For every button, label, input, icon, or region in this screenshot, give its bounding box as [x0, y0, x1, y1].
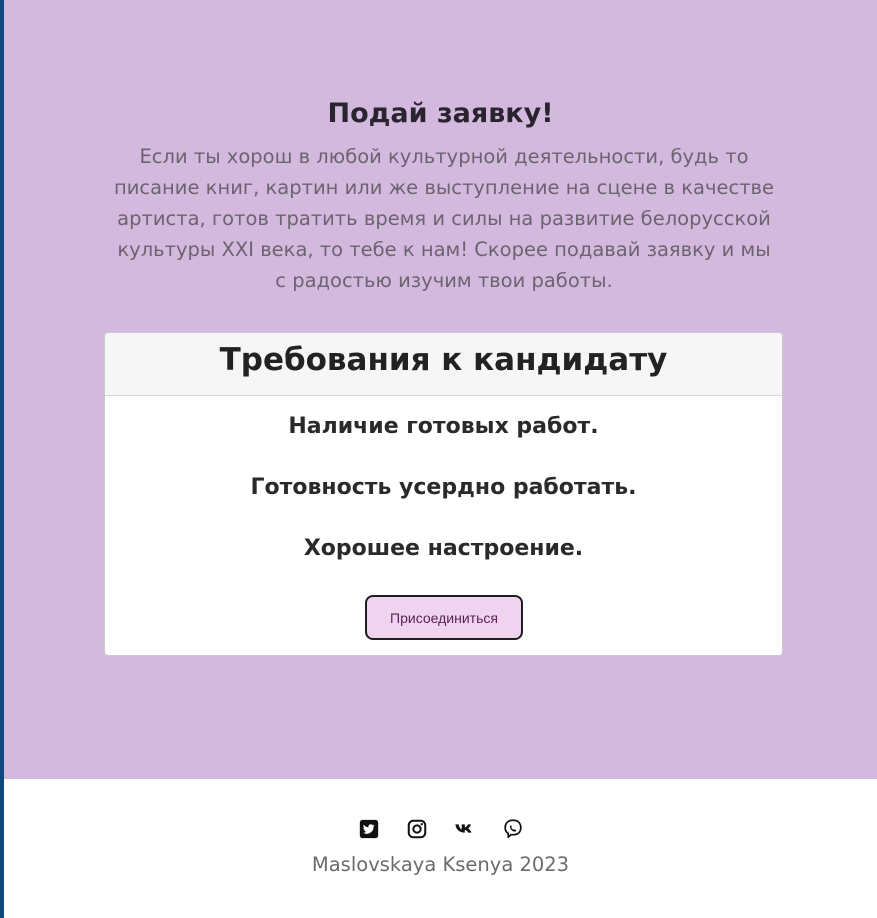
vk-icon[interactable] — [454, 818, 476, 840]
card-body: Наличие готовых работ. Готовность усердн… — [105, 396, 782, 655]
requirement-item: Хорошее настроение. — [303, 536, 584, 561]
social-links — [4, 818, 877, 840]
viber-icon[interactable] — [502, 818, 524, 840]
card-title: Требования к кандидату — [219, 342, 668, 378]
application-section: Подай заявку! Если ты хорош в любой куль… — [4, 0, 877, 779]
requirement-item: Наличие готовых работ. — [288, 414, 599, 439]
requirements-card: Требования к кандидату Наличие готовых р… — [104, 332, 783, 656]
join-button[interactable]: Присоединиться — [365, 595, 523, 640]
intro-text: Если ты хорош в любой культурной деятель… — [113, 145, 775, 292]
copyright-text: Maslovskaya Ksenya 2023 — [311, 853, 570, 876]
twitter-icon[interactable] — [358, 818, 380, 840]
page-title: Подай заявку! — [327, 98, 554, 129]
requirement-item: Готовность усердно работать. — [250, 475, 637, 500]
card-header: Требования к кандидату — [105, 333, 782, 396]
footer: Maslovskaya Ksenya 2023 — [4, 779, 877, 918]
instagram-icon[interactable] — [406, 818, 428, 840]
